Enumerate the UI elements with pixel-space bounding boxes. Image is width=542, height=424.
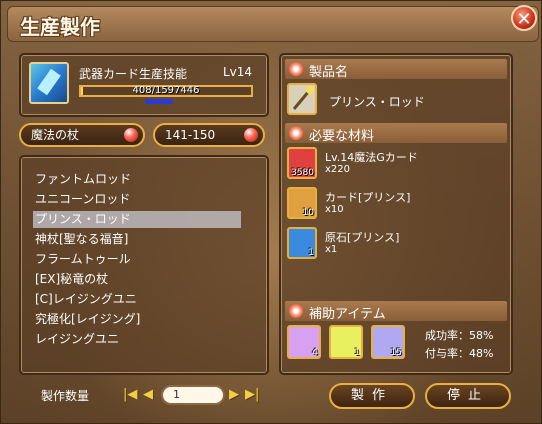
assist-section-label: 補助アイテム [309, 307, 386, 322]
product-section-label: 製品名 [309, 65, 349, 80]
product-name: プリンス・ロッド [329, 95, 425, 109]
level-range-dropdown[interactable]: 141-150 [153, 123, 265, 147]
title-bar[interactable]: 生産製作 [7, 6, 539, 42]
level-range-value: 141-150 [165, 128, 216, 142]
quantity-prev-arrow-icon[interactable]: ◀ [143, 387, 153, 402]
assist-section-header: 補助アイテム [285, 301, 507, 322]
material-quantity: x1 [325, 244, 338, 255]
assist-crystal-slot[interactable]: 1 [329, 325, 363, 359]
skill-panel: 武器カード生産技能 Lv14 408/1597446 [19, 53, 269, 117]
recipe-list: ファントムロッド ユニコーンロッド プリンス・ロッド 神杖[聖なる福音] フラームトゥー… [19, 155, 269, 375]
recipe-list-item[interactable]: 究極化[レイジング] [33, 311, 241, 328]
quantity-label: 製作数量 [41, 389, 90, 403]
material-owned-count: 3580 [291, 168, 314, 178]
category-value: 魔法の杖 [31, 128, 80, 142]
materials-section-label: 必要な材料 [309, 129, 375, 144]
recipe-list-item[interactable]: ファントムロッド [33, 171, 241, 188]
dropdown-ball-icon[interactable] [124, 128, 138, 142]
material-quantity: x10 [325, 204, 344, 215]
product-section-header: 製品名 [285, 59, 507, 80]
assist-count: 1 [354, 348, 360, 358]
quantity-last-arrow-icon[interactable]: ▶| [245, 387, 259, 402]
material-slot[interactable]: 3580 [287, 147, 317, 179]
materials-section-header: 必要な材料 [285, 123, 507, 144]
rod-icon [292, 86, 314, 110]
recipe-list-item[interactable]: 神杖[聖なる福音] [33, 231, 241, 248]
skill-xp-text: 408/1597446 [132, 85, 200, 96]
dropdown-ball-icon[interactable] [244, 128, 258, 142]
product-slot[interactable] [287, 83, 317, 115]
assist-crystal-slot[interactable]: 15 [371, 325, 405, 359]
material-name: 原石[プリンス] [325, 231, 400, 244]
recipe-list-item[interactable]: ユニコーンロッド [33, 191, 241, 208]
recipe-list-item[interactable]: [C]レイジングユニ [33, 291, 241, 308]
assist-count: 4 [312, 348, 318, 358]
skill-name: 武器カード生産技能 [79, 67, 188, 81]
recipe-list-item[interactable]: プリンス・ロッド [33, 211, 241, 228]
success-rate: 成功率：58% [425, 329, 494, 342]
quantity-first-arrow-icon[interactable]: |◀ [123, 387, 137, 402]
assist-count: 15 [390, 348, 402, 358]
material-slot[interactable]: 1 [287, 227, 317, 259]
recipe-list-item[interactable]: フラームトゥール [33, 251, 241, 268]
stop-button[interactable]: 停止 [425, 383, 511, 409]
recipe-list-item[interactable]: [EX]秘竜の杖 [33, 271, 241, 288]
quantity-next-arrow-icon[interactable]: ▶ [229, 387, 239, 402]
quantity-input[interactable]: 1 [161, 385, 225, 405]
recipe-list-item[interactable]: レイジングユニ [33, 331, 241, 348]
window-title: 生産製作 [20, 15, 100, 39]
skill-level: Lv14 [223, 65, 253, 79]
material-name: Lv.14魔法Gカード [325, 151, 418, 164]
skill-xp-marker [145, 99, 173, 104]
material-quantity: x220 [325, 164, 351, 175]
material-slot[interactable]: 10 [287, 187, 317, 219]
close-button[interactable]: ✕ [511, 5, 537, 31]
skill-xp-bar: 408/1597446 [79, 85, 253, 97]
production-window: 生産製作 ✕ 武器カード生産技能 Lv14 408/1597446 魔法の杖 1… [0, 0, 542, 424]
category-dropdown[interactable]: 魔法の杖 [19, 123, 145, 147]
flower-icon [289, 304, 303, 318]
material-owned-count: 1 [308, 248, 314, 258]
detail-panel: 製品名 プリンス・ロッド 必要な材料 3580 Lv.14魔法Gカード x220 10… [279, 53, 513, 375]
flower-icon [289, 62, 303, 76]
material-owned-count: 10 [302, 208, 314, 218]
craft-button[interactable]: 製作 [329, 383, 415, 409]
skill-card-icon [29, 62, 69, 104]
assist-crystal-slot[interactable]: 4 [287, 325, 321, 359]
material-name: カード[プリンス] [325, 191, 411, 204]
enchant-rate: 付与率：48% [425, 347, 494, 360]
flower-icon [289, 126, 303, 140]
